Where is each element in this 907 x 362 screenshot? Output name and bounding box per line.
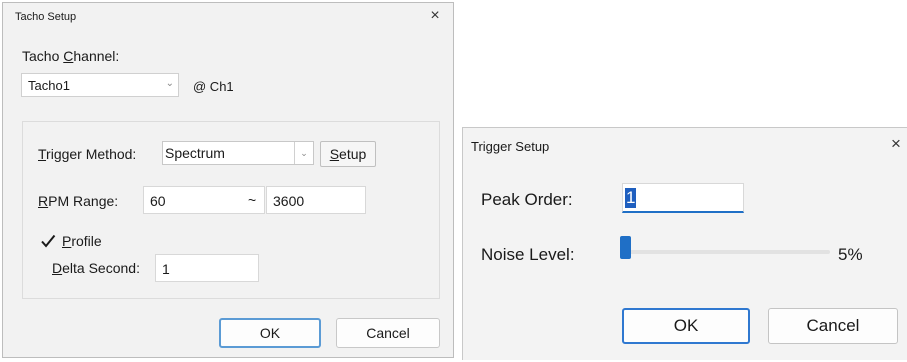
delta-second-value: 1 [162,261,170,277]
trigger-method-value: Spectrum [165,145,225,161]
close-icon[interactable]: × [423,6,447,26]
rpm-max-input[interactable]: 3600 [266,186,366,214]
tacho-setup-titlebar: Tacho Setup × [3,3,453,31]
rpm-range-label: RPM Range: [38,193,119,209]
tacho-channel-label: Tacho Channel: [22,48,120,64]
trigger-method-label: Trigger Method: [38,146,137,162]
trigger-setup-title: Trigger Setup [471,139,550,154]
noise-level-slider-track[interactable] [622,250,830,254]
ok-button[interactable]: OK [622,308,750,344]
channel-suffix: @ Ch1 [193,79,234,94]
rpm-range-separator: ~ [248,192,257,208]
rpm-min-value: 60 [150,193,166,209]
trigger-setup-dialog: Trigger Setup × Peak Order: 1 Noise Leve… [462,127,907,360]
tacho-setup-title: Tacho Setup [15,11,77,23]
rpm-min-input[interactable]: 60 [143,186,265,214]
close-icon[interactable]: × [885,134,907,154]
tacho-channel-value: Tacho1 [28,78,70,93]
rpm-max-value: 3600 [273,193,305,209]
delta-second-label: Delta Second: [52,260,140,276]
ok-button[interactable]: OK [219,318,321,348]
checkmark-icon [41,234,56,248]
profile-label: Profile [62,233,102,249]
chevron-down-icon[interactable]: ⌄ [294,142,313,164]
cancel-button[interactable]: Cancel [336,318,440,348]
noise-level-slider-thumb[interactable] [620,236,631,259]
noise-level-value: 5% [838,245,863,264]
peak-order-label: Peak Order: [481,190,573,209]
cancel-button[interactable]: Cancel [768,308,898,344]
profile-checkbox[interactable] [40,233,56,249]
trigger-method-select[interactable]: Spectrum ⌄ [162,141,314,165]
tacho-channel-select[interactable]: Tacho1 ⌄ [21,73,179,97]
chevron-down-icon: ⌄ [165,78,174,89]
peak-order-input[interactable]: 1 [622,183,744,213]
peak-order-value: 1 [625,188,637,208]
setup-button[interactable]: Setup [320,141,376,167]
noise-level-label: Noise Level: [481,245,575,264]
delta-second-input[interactable]: 1 [155,254,259,282]
